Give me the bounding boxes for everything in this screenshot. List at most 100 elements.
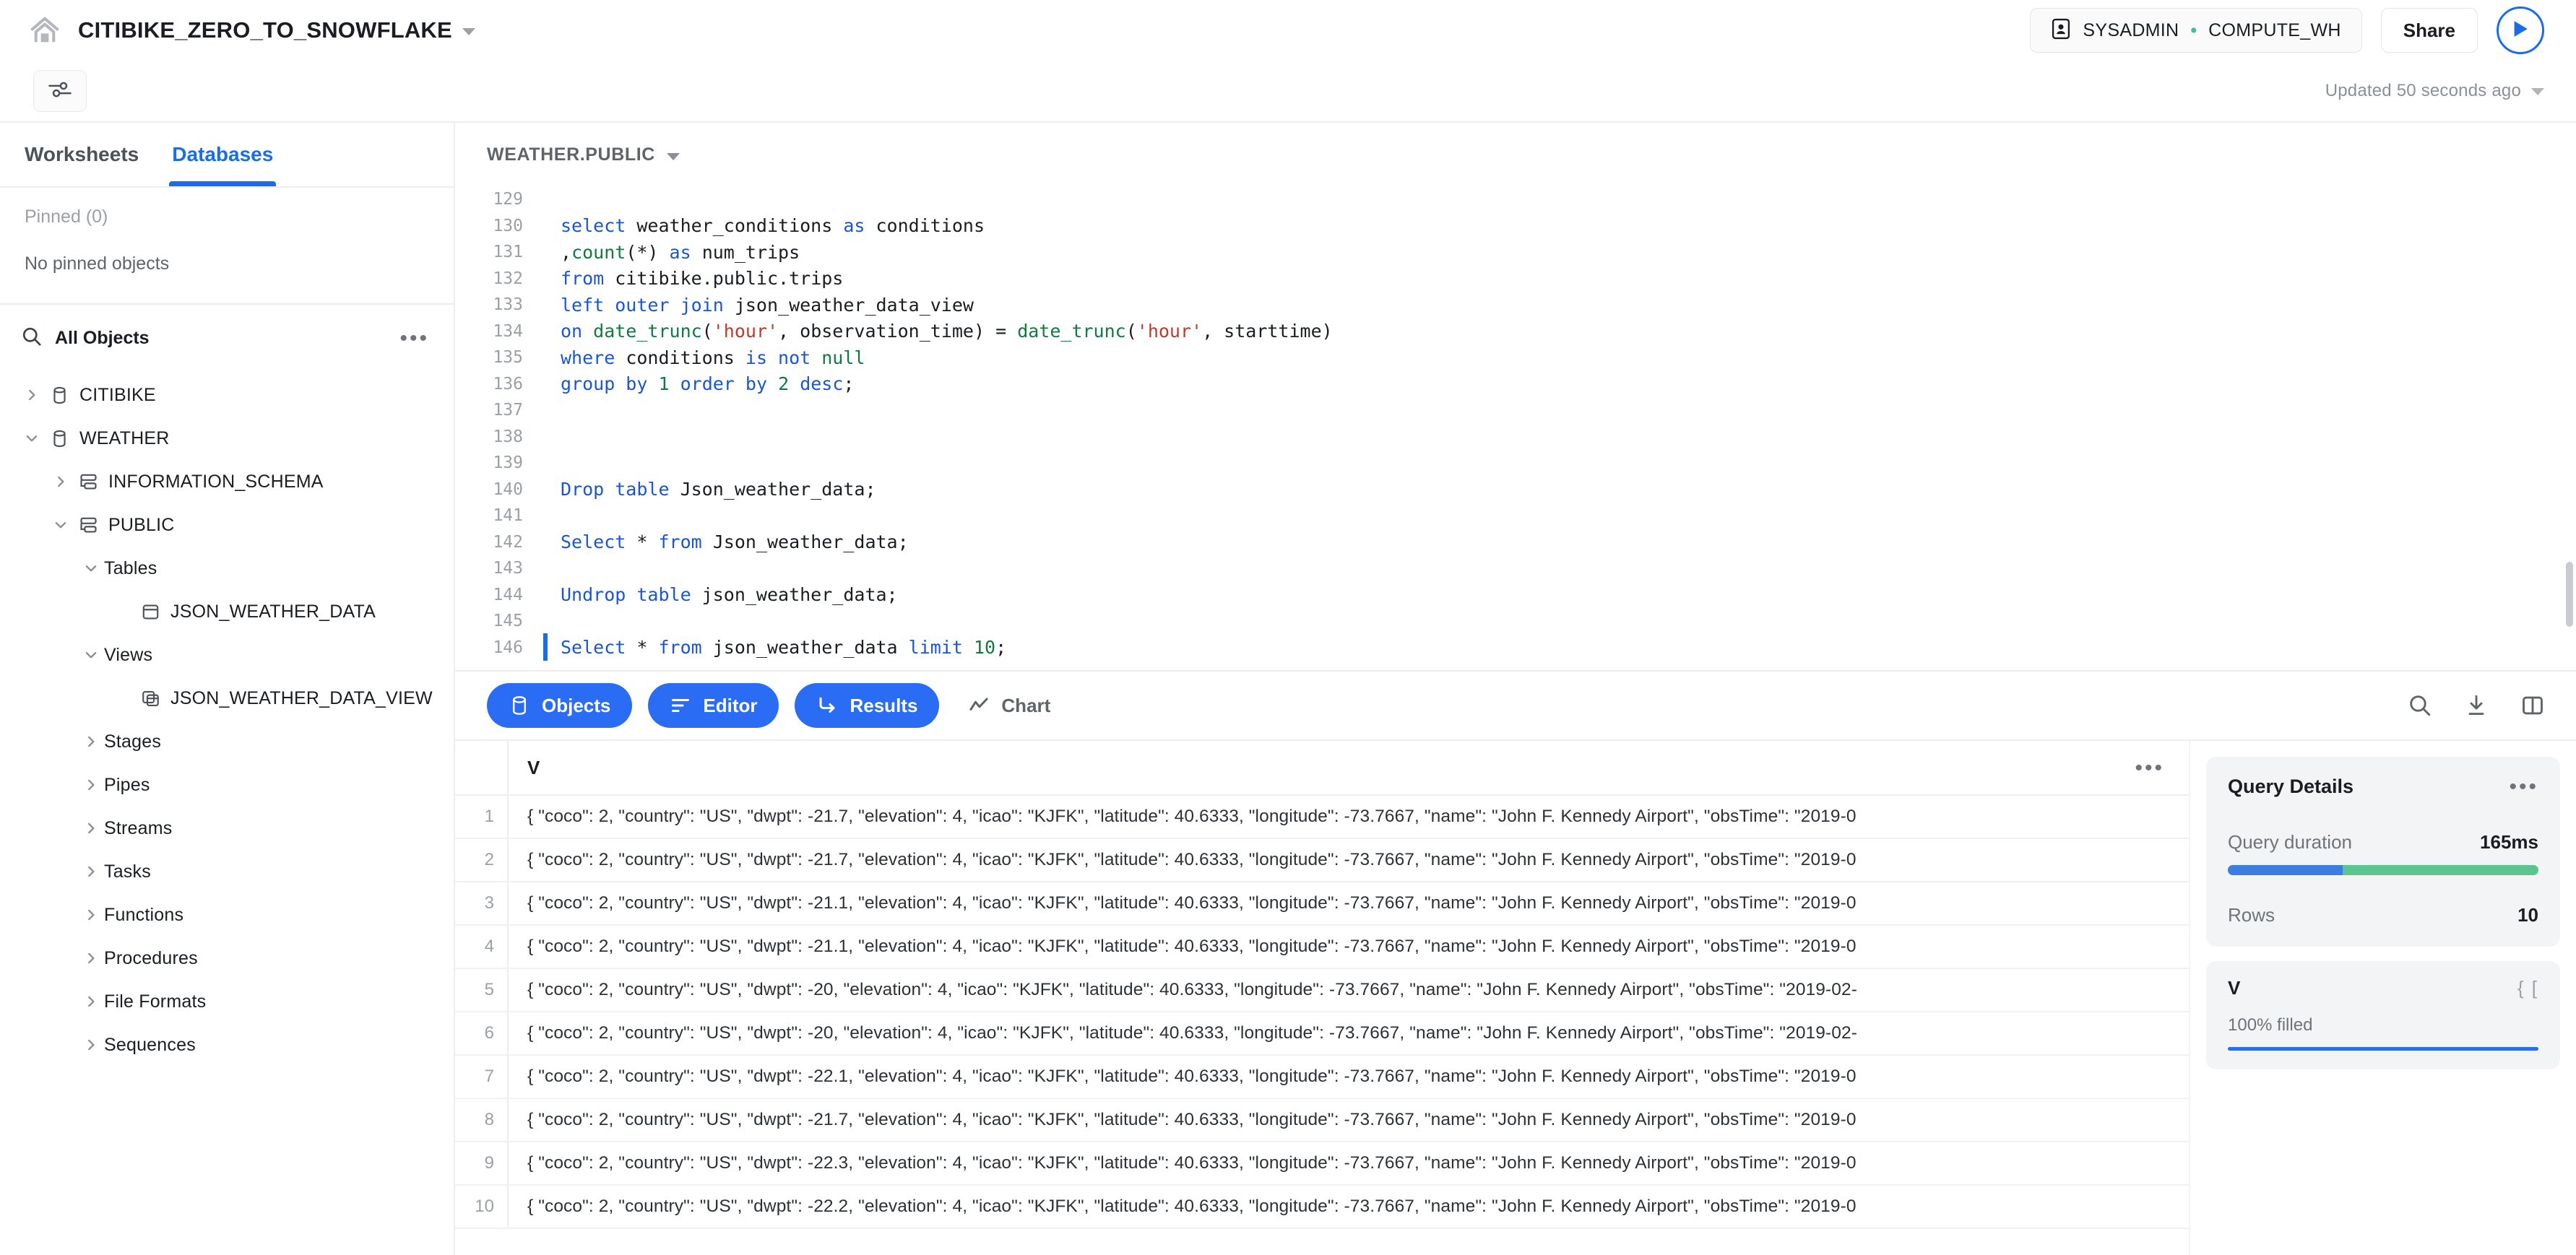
split-panel-icon[interactable] [2521,694,2544,717]
table-cell-v[interactable]: { "coco": 2, "country": "US", "dwpt": -2… [509,937,2189,957]
chevron-right-icon[interactable] [78,734,104,750]
chevron-down-icon[interactable] [2531,88,2544,95]
more-dots-icon[interactable]: ••• [2135,763,2189,773]
tree-item-json-weather-data-view[interactable]: JSON_WEATHER_DATA_VIEW [0,677,454,720]
editor-line[interactable]: 135where conditions is not null [455,344,2576,371]
chevron-right-icon[interactable] [48,474,74,490]
chevron-right-icon[interactable] [78,820,104,836]
run-query-button[interactable] [2497,6,2544,54]
all-objects-row[interactable]: All Objects ••• [0,305,454,369]
editor-line[interactable]: 134on date_trunc('hour', observation_tim… [455,318,2576,345]
editor-line[interactable]: 132from citibike.public.trips [455,266,2576,292]
editor-scrollbar[interactable] [2566,562,2573,627]
editor-line[interactable]: 143 [455,555,2576,582]
table-row[interactable]: 5{ "coco": 2, "country": "US", "dwpt": -… [455,969,2189,1012]
table-row[interactable]: 8{ "coco": 2, "country": "US", "dwpt": -… [455,1099,2189,1142]
tree-item-sequences[interactable]: Sequences [0,1023,454,1067]
editor-line[interactable]: 138 [455,424,2576,451]
last-updated-status[interactable]: Updated 50 seconds ago [2325,81,2544,101]
tree-item-weather[interactable]: WEATHER [0,417,454,460]
editor-line[interactable]: 146Select * from json_weather_data limit… [455,635,2576,661]
results-tab-results[interactable]: Results [795,683,939,728]
table-row[interactable]: 7{ "coco": 2, "country": "US", "dwpt": -… [455,1056,2189,1099]
table-cell-v[interactable]: { "coco": 2, "country": "US", "dwpt": -2… [509,1023,2189,1043]
tree-item-tables[interactable]: Tables [0,547,454,590]
tree-item-public[interactable]: PUBLIC [0,503,454,547]
table-cell-v[interactable]: { "coco": 2, "country": "US", "dwpt": -2… [509,807,2189,827]
search-icon[interactable] [2408,694,2432,717]
editor-line[interactable]: 130select weather_conditions as conditio… [455,213,2576,240]
table-cell-v[interactable]: { "coco": 2, "country": "US", "dwpt": -2… [509,1197,2189,1217]
chevron-right-icon[interactable] [19,387,45,403]
tree-item-procedures[interactable]: Procedures [0,937,454,980]
tree-item-file-formats[interactable]: File Formats [0,980,454,1023]
share-button[interactable]: Share [2381,8,2478,53]
tree-item-label: Tasks [104,861,151,882]
table-row[interactable]: 6{ "coco": 2, "country": "US", "dwpt": -… [455,1012,2189,1056]
chevron-right-icon[interactable] [78,950,104,966]
table-row[interactable]: 1{ "coco": 2, "country": "US", "dwpt": -… [455,796,2189,839]
results-tab-editor[interactable]: Editor [648,683,779,728]
role-warehouse-selector[interactable]: SYSADMIN • COMPUTE_WH [2030,8,2361,53]
editor-line[interactable]: 140Drop table Json_weather_data; [455,477,2576,503]
table-cell-v[interactable]: { "coco": 2, "country": "US", "dwpt": -2… [509,893,2189,913]
worksheet-settings-button[interactable] [33,70,87,112]
tab-databases[interactable]: Databases [172,123,273,186]
editor-line[interactable]: 141 [455,503,2576,529]
table-row[interactable]: 9{ "coco": 2, "country": "US", "dwpt": -… [455,1142,2189,1186]
more-dots-icon[interactable]: ••• [2509,781,2538,792]
context-selector[interactable]: WEATHER.PUBLIC [487,144,680,165]
table-cell-v[interactable]: { "coco": 2, "country": "US", "dwpt": -2… [509,850,2189,870]
more-dots-icon[interactable]: ••• [399,333,429,344]
editor-line-code: from citibike.public.trips [542,268,843,289]
chevron-down-icon[interactable] [462,28,475,35]
table-row[interactable]: 3{ "coco": 2, "country": "US", "dwpt": -… [455,882,2189,926]
column-header-v[interactable]: V [509,741,2135,794]
editor-line[interactable]: 144Undrop table json_weather_data; [455,582,2576,609]
tree-item-information-schema[interactable]: INFORMATION_SCHEMA [0,460,454,503]
column-stats-name: V [2228,977,2240,999]
tree-item-functions[interactable]: Functions [0,893,454,937]
table-row[interactable]: 4{ "coco": 2, "country": "US", "dwpt": -… [455,926,2189,969]
tree-item-tasks[interactable]: Tasks [0,850,454,893]
chevron-right-icon[interactable] [78,864,104,880]
results-tab-objects[interactable]: Objects [487,683,632,728]
editor-line[interactable]: 131,count(*) as num_trips [455,239,2576,266]
editor-line[interactable]: 137 [455,397,2576,424]
tab-worksheets[interactable]: Worksheets [25,123,139,186]
editor-line[interactable]: 139 [455,450,2576,477]
table-cell-v[interactable]: { "coco": 2, "country": "US", "dwpt": -2… [509,980,2189,1000]
table-cell-v[interactable]: { "coco": 2, "country": "US", "dwpt": -2… [509,1153,2189,1173]
tree-item-stages[interactable]: Stages [0,720,454,763]
editor-line-code: on date_trunc('hour', observation_time) … [542,321,1333,342]
editor-line[interactable]: 142Select * from Json_weather_data; [455,529,2576,556]
download-icon[interactable] [2465,694,2488,717]
chevron-down-icon[interactable] [78,647,104,663]
chevron-right-icon[interactable] [78,1037,104,1053]
tree-item-json-weather-data[interactable]: JSON_WEATHER_DATA [0,590,454,633]
chevron-right-icon[interactable] [78,777,104,793]
results-tab-chart[interactable]: Chart [955,683,1072,728]
table-cell-v[interactable]: { "coco": 2, "country": "US", "dwpt": -2… [509,1110,2189,1130]
chevron-down-icon[interactable] [48,517,74,533]
editor-line[interactable]: 145 [455,608,2576,635]
chevron-down-icon[interactable] [667,153,680,160]
table-row[interactable]: 2{ "coco": 2, "country": "US", "dwpt": -… [455,839,2189,882]
editor-line[interactable]: 129 [455,186,2576,213]
table-cell-v[interactable]: { "coco": 2, "country": "US", "dwpt": -2… [509,1067,2189,1087]
tree-item-views[interactable]: Views [0,633,454,677]
home-icon[interactable] [25,10,65,51]
tree-item-pipes[interactable]: Pipes [0,763,454,807]
tree-item-streams[interactable]: Streams [0,807,454,850]
search-icon[interactable] [22,326,42,350]
sql-editor[interactable]: 129130select weather_conditions as condi… [455,186,2576,670]
editor-line[interactable]: 133left outer join json_weather_data_vie… [455,292,2576,318]
tree-item-citibike[interactable]: CITIBIKE [0,373,454,417]
chevron-down-icon[interactable] [19,430,45,446]
editor-line[interactable]: 136group by 1 order by 2 desc; [455,371,2576,398]
chevron-right-icon[interactable] [78,907,104,923]
chevron-down-icon[interactable] [78,560,104,576]
worksheet-title[interactable]: CITIBIKE_ZERO_TO_SNOWFLAKE [78,17,475,43]
table-row[interactable]: 10{ "coco": 2, "country": "US", "dwpt": … [455,1186,2189,1229]
chevron-right-icon[interactable] [78,994,104,1009]
